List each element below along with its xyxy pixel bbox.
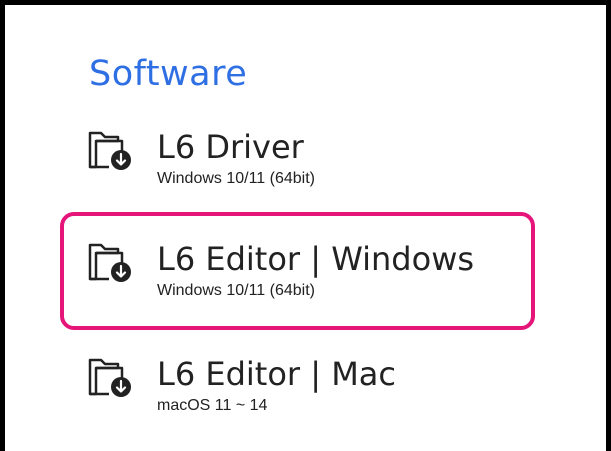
item-requirement: macOS 11 ~ 14 xyxy=(157,397,268,414)
item-name: L6 Editor | Mac xyxy=(157,355,396,393)
download-item-l6-driver[interactable]: L6 Driver Windows 10/11 (64bit) xyxy=(85,117,535,207)
item-requirement: Windows 10/11 (64bit) xyxy=(157,170,315,187)
item-requirement: Windows 10/11 (64bit) xyxy=(157,282,315,299)
folder-download-icon xyxy=(87,354,135,398)
download-item-l6-editor-mac[interactable]: L6 Editor | Mac macOS 11 ~ 14 xyxy=(85,344,535,434)
folder-download-icon xyxy=(87,239,135,283)
download-item-l6-editor-windows[interactable]: L6 Editor | Windows Windows 10/11 (64bit… xyxy=(85,229,535,319)
folder-download-icon xyxy=(87,127,135,171)
item-name: L6 Driver xyxy=(157,128,304,166)
section-title: Software xyxy=(89,54,248,94)
item-name: L6 Editor | Windows xyxy=(157,240,475,278)
software-panel: Software L6 Driver Windows 10/11 (64bit) xyxy=(0,0,611,451)
